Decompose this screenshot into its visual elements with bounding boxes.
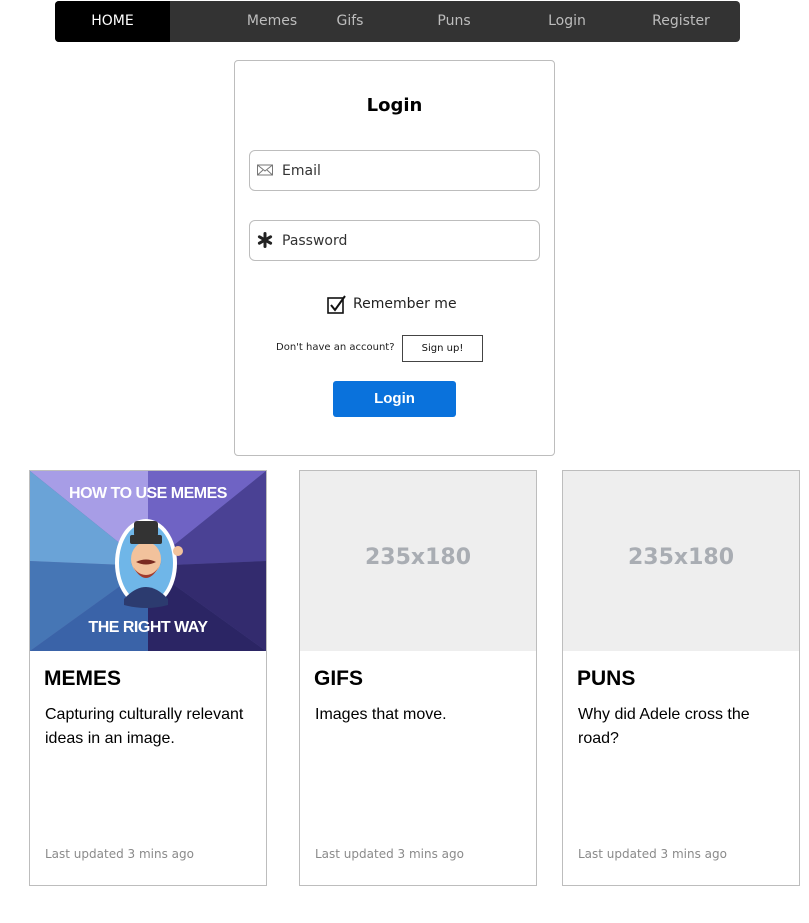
nav-puns[interactable]: Puns (421, 1, 487, 42)
top-navbar: HOME Memes Gifs Puns Login Register (55, 1, 740, 42)
no-account-text: Don't have an account? (276, 342, 395, 353)
card-memes-updated: Last updated 3 mins ago (45, 847, 194, 861)
card-gifs-description: Images that move. (315, 706, 447, 723)
email-input[interactable] (282, 151, 522, 190)
envelope-icon (256, 161, 274, 179)
card-memes-description: Capturing culturally relevant ideas in a… (45, 706, 244, 747)
card-puns-updated: Last updated 3 mins ago (578, 847, 727, 861)
nav-login[interactable]: Login (533, 1, 601, 42)
remember-label: Remember me (353, 296, 457, 312)
password-field[interactable] (249, 220, 540, 261)
card-memes-title: MEMES (44, 667, 122, 690)
nav-gifs[interactable]: Gifs (317, 1, 383, 42)
card-puns-title: PUNS (577, 667, 636, 690)
meme-caption-bottom: THE RIGHT WAY (88, 619, 208, 636)
email-field[interactable] (249, 150, 540, 191)
card-gifs-title: GIFS (314, 667, 364, 690)
nav-register[interactable]: Register (645, 1, 717, 42)
remember-me[interactable]: Remember me (327, 293, 457, 315)
nav-memes[interactable]: Memes (227, 1, 317, 42)
asterisk-icon (256, 231, 274, 249)
remember-checkbox[interactable] (327, 295, 346, 314)
card-puns[interactable]: 235x180 PUNS Why did Adele cross the roa… (562, 470, 800, 886)
login-submit-button[interactable]: Login (333, 381, 456, 417)
card-memes[interactable]: HOW TO USE MEMES THE RIGHT WAY MEMES Cap… (29, 470, 267, 886)
card-puns-placeholder: 235x180 (627, 545, 735, 570)
card-puns-image: 235x180 (563, 471, 799, 651)
password-input[interactable] (282, 221, 522, 260)
signup-button[interactable]: Sign up! (402, 335, 483, 362)
card-gifs-image: 235x180 (300, 471, 536, 651)
nav-home[interactable]: HOME (55, 1, 170, 42)
card-gifs-placeholder: 235x180 (364, 545, 472, 570)
card-gifs[interactable]: 235x180 GIFS Images that move. Last upda… (299, 470, 537, 886)
card-gifs-updated: Last updated 3 mins ago (315, 847, 464, 861)
card-puns-description: Why did Adele cross the road? (578, 706, 750, 747)
login-title: Login (366, 95, 423, 116)
meme-caption-top: HOW TO USE MEMES (69, 485, 227, 502)
card-memes-image: HOW TO USE MEMES THE RIGHT WAY (30, 471, 266, 651)
login-panel: Login Email Remember me Don't have an ac… (234, 60, 555, 456)
